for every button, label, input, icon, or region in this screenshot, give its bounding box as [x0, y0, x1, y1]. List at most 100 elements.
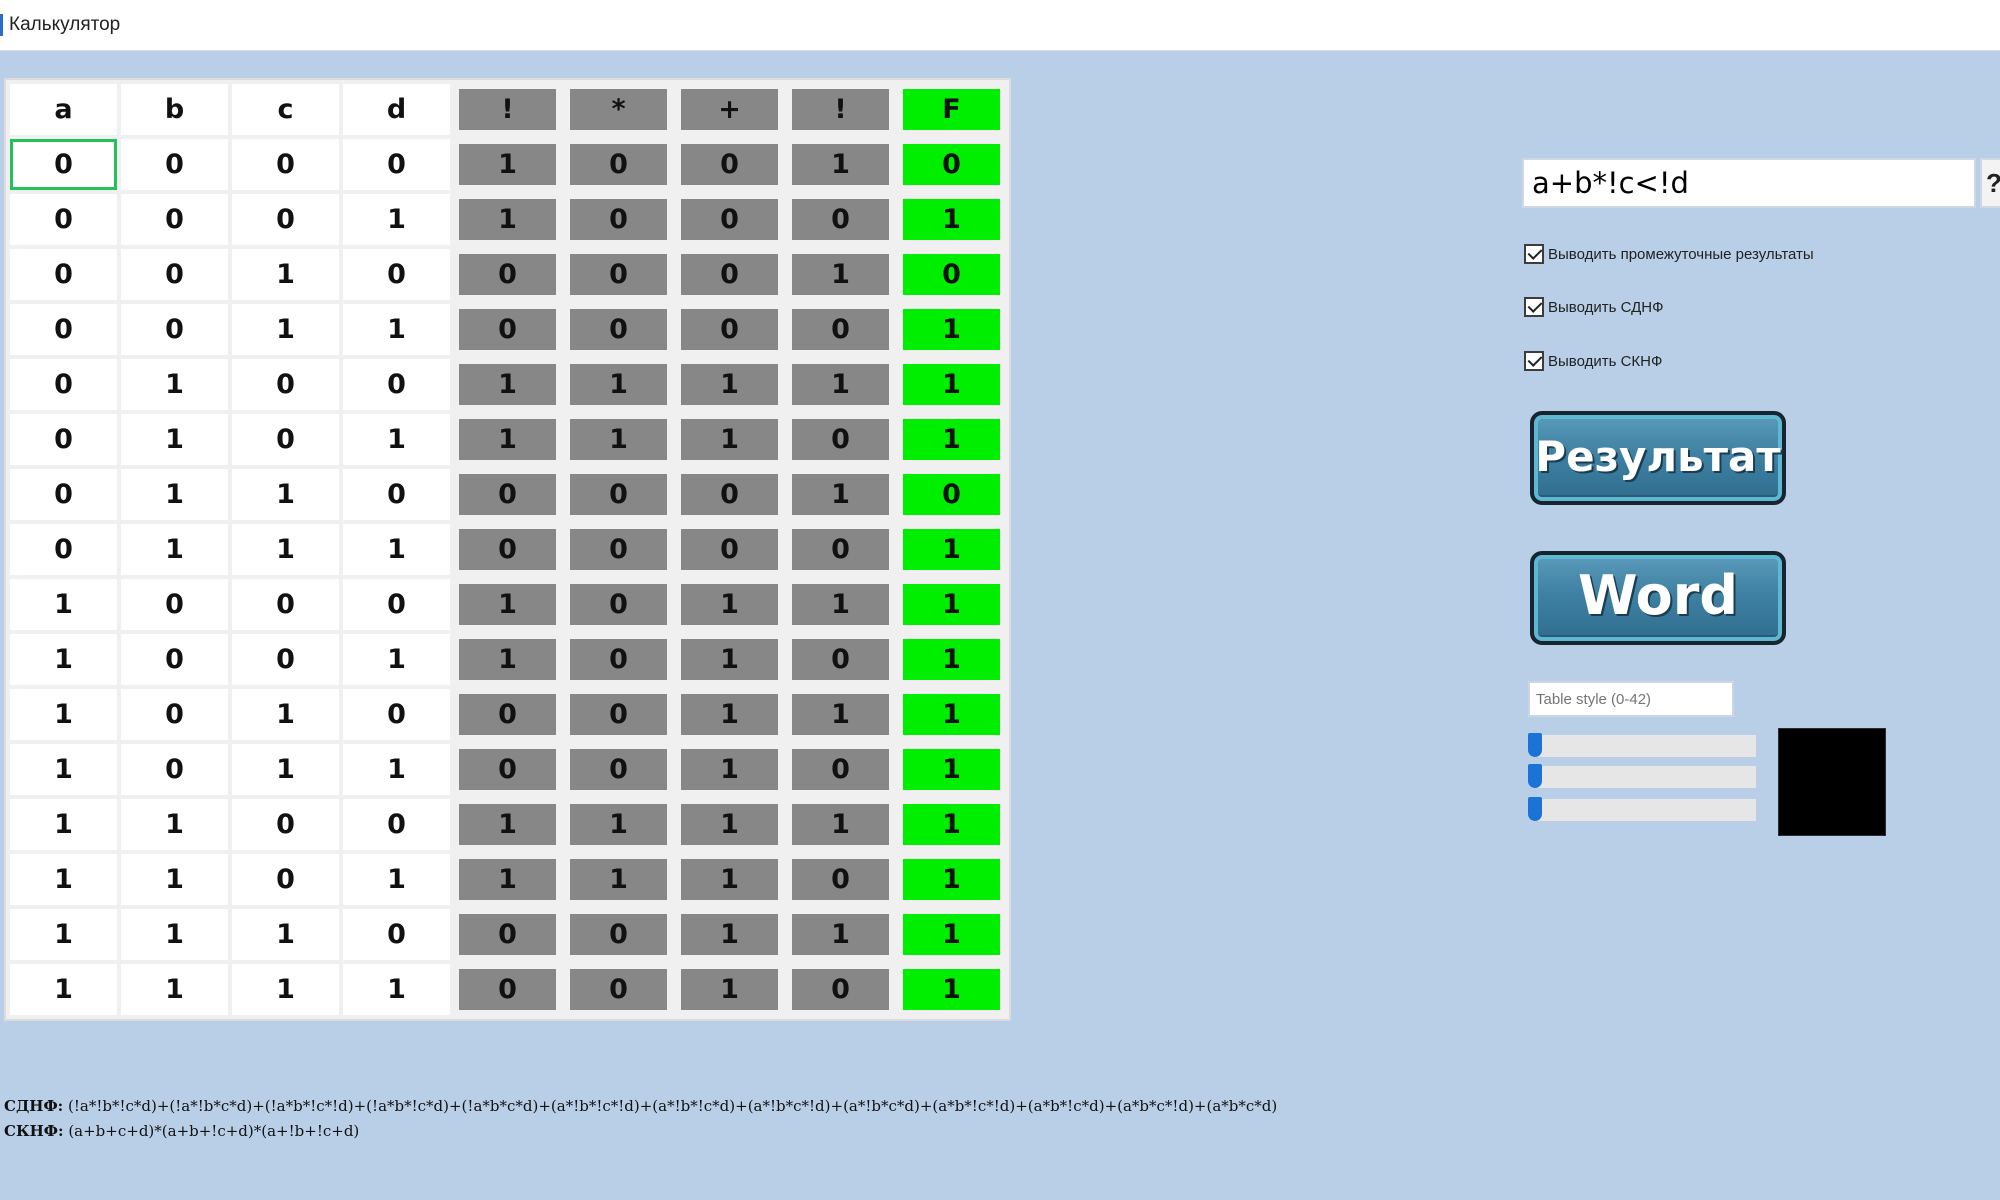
column-header[interactable]: +: [676, 84, 783, 135]
table-cell[interactable]: 1: [232, 744, 339, 795]
table-cell[interactable]: 0: [676, 469, 783, 520]
checkbox-sknf[interactable]: Выводить СКНФ: [1524, 348, 1662, 374]
table-cell[interactable]: 1: [454, 799, 561, 850]
table-cell[interactable]: 0: [454, 304, 561, 355]
table-cell[interactable]: 0: [676, 249, 783, 300]
table-cell[interactable]: 0: [565, 194, 672, 245]
table-cell[interactable]: 0: [10, 359, 117, 410]
table-cell[interactable]: 0: [454, 524, 561, 575]
table-cell[interactable]: 0: [343, 689, 450, 740]
table-cell[interactable]: 1: [676, 634, 783, 685]
table-cell[interactable]: 1: [121, 469, 228, 520]
slider-track[interactable]: [1532, 766, 1756, 788]
table-cell[interactable]: 1: [787, 139, 894, 190]
table-cell[interactable]: 1: [232, 689, 339, 740]
table-cell[interactable]: 0: [565, 689, 672, 740]
table-cell[interactable]: 1: [898, 359, 1005, 410]
checkbox-checked-icon[interactable]: [1524, 351, 1544, 371]
table-cell[interactable]: 0: [454, 964, 561, 1015]
help-button[interactable]: ?: [1980, 158, 2000, 208]
table-cell[interactable]: 1: [343, 414, 450, 465]
table-cell[interactable]: 0: [232, 579, 339, 630]
table-cell[interactable]: 1: [898, 304, 1005, 355]
table-cell[interactable]: 0: [232, 634, 339, 685]
table-cell[interactable]: 0: [121, 139, 228, 190]
table-cell[interactable]: 0: [787, 744, 894, 795]
table-cell[interactable]: 1: [454, 634, 561, 685]
checkbox-checked-icon[interactable]: [1524, 297, 1544, 317]
table-cell[interactable]: 1: [10, 634, 117, 685]
table-cell[interactable]: 1: [898, 964, 1005, 1015]
table-cell[interactable]: 1: [343, 744, 450, 795]
table-cell[interactable]: 0: [676, 194, 783, 245]
table-cell[interactable]: 0: [343, 909, 450, 960]
table-cell[interactable]: 1: [121, 414, 228, 465]
column-header[interactable]: a: [10, 84, 117, 135]
table-cell[interactable]: 0: [10, 304, 117, 355]
table-cell[interactable]: 1: [454, 854, 561, 905]
table-cell[interactable]: 0: [232, 194, 339, 245]
table-cell[interactable]: 1: [343, 634, 450, 685]
table-cell[interactable]: 0: [898, 469, 1005, 520]
table-cell[interactable]: 0: [10, 139, 117, 190]
table-cell[interactable]: 1: [121, 524, 228, 575]
table-cell[interactable]: 0: [565, 524, 672, 575]
table-cell[interactable]: 1: [676, 799, 783, 850]
table-cell[interactable]: 0: [232, 359, 339, 410]
table-cell[interactable]: 0: [787, 634, 894, 685]
table-cell[interactable]: 1: [454, 579, 561, 630]
table-cell[interactable]: 0: [787, 194, 894, 245]
table-cell[interactable]: 1: [232, 964, 339, 1015]
table-cell[interactable]: 1: [676, 414, 783, 465]
table-cell[interactable]: 0: [898, 139, 1005, 190]
table-cell[interactable]: 1: [676, 579, 783, 630]
table-cell[interactable]: 1: [10, 854, 117, 905]
table-cell[interactable]: 1: [898, 414, 1005, 465]
table-cell[interactable]: 1: [676, 689, 783, 740]
table-cell[interactable]: 0: [565, 469, 672, 520]
table-cell[interactable]: 1: [676, 359, 783, 410]
table-cell[interactable]: 0: [121, 634, 228, 685]
table-cell[interactable]: 0: [232, 139, 339, 190]
table-cell[interactable]: 0: [454, 469, 561, 520]
table-cell[interactable]: 0: [121, 304, 228, 355]
table-cell[interactable]: 1: [565, 799, 672, 850]
table-cell[interactable]: 0: [565, 304, 672, 355]
table-cell[interactable]: 1: [343, 524, 450, 575]
table-cell[interactable]: 0: [565, 909, 672, 960]
table-cell[interactable]: 0: [676, 524, 783, 575]
table-cell[interactable]: 0: [565, 579, 672, 630]
table-cell[interactable]: 0: [343, 799, 450, 850]
table-cell[interactable]: 0: [454, 744, 561, 795]
table-cell[interactable]: 1: [232, 909, 339, 960]
table-cell[interactable]: 1: [10, 689, 117, 740]
color-slider-2[interactable]: [1528, 764, 1756, 788]
column-header[interactable]: c: [232, 84, 339, 135]
table-cell[interactable]: 0: [121, 579, 228, 630]
table-cell[interactable]: 0: [121, 689, 228, 740]
table-cell[interactable]: 0: [121, 744, 228, 795]
table-cell[interactable]: 0: [787, 414, 894, 465]
checkbox-sdnf[interactable]: Выводить СДНФ: [1524, 294, 1663, 320]
table-cell[interactable]: 0: [787, 524, 894, 575]
table-cell[interactable]: 1: [10, 579, 117, 630]
table-cell[interactable]: 1: [898, 909, 1005, 960]
table-cell[interactable]: 1: [343, 194, 450, 245]
column-header[interactable]: !: [787, 84, 894, 135]
slider-track[interactable]: [1532, 735, 1756, 757]
table-cell[interactable]: 0: [121, 249, 228, 300]
table-cell[interactable]: 1: [121, 909, 228, 960]
table-cell[interactable]: 1: [676, 964, 783, 1015]
table-cell[interactable]: 1: [898, 579, 1005, 630]
table-cell[interactable]: 1: [454, 359, 561, 410]
table-cell[interactable]: 0: [565, 634, 672, 685]
table-cell[interactable]: 0: [343, 359, 450, 410]
table-cell[interactable]: 1: [898, 744, 1005, 795]
table-cell[interactable]: 1: [121, 799, 228, 850]
table-cell[interactable]: 1: [565, 359, 672, 410]
table-cell[interactable]: 1: [10, 744, 117, 795]
table-cell[interactable]: 1: [898, 634, 1005, 685]
slider-thumb[interactable]: [1528, 797, 1542, 821]
table-cell[interactable]: 1: [898, 799, 1005, 850]
table-style-input[interactable]: [1528, 681, 1734, 717]
